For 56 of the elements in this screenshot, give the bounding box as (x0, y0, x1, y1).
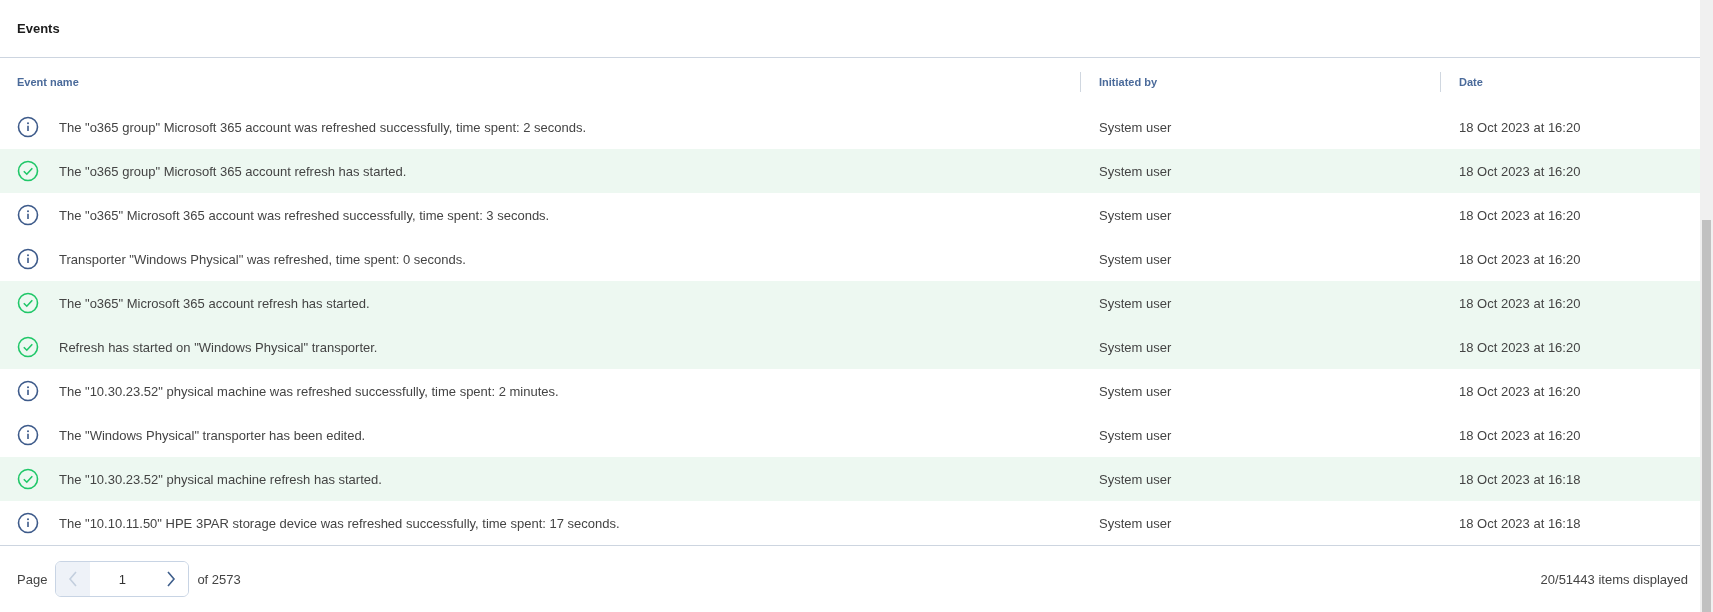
column-header[interactable]: Event name (17, 75, 79, 88)
check-circle-icon (17, 160, 39, 182)
info-icon (17, 248, 39, 270)
items-summary: 20/51443 items displayed (1540, 571, 1688, 587)
event-date: 18 Oct 2023 at 16:20 (1459, 252, 1581, 267)
event-date: 18 Oct 2023 at 16:20 (1459, 384, 1581, 399)
event-name: The "10.30.23.52" physical machine refresh has started. (59, 471, 382, 487)
event-name: The "o365" Microsoft 365 account refresh has started. (59, 295, 370, 311)
initiator: System user (1099, 120, 1172, 135)
event-date: 18 Oct 2023 at 16:20 (1459, 340, 1581, 355)
event-date: 18 Oct 2023 at 16:18 (1459, 472, 1581, 487)
event-name: Transporter "Windows Physical" was refreshed, time spent: 0 seconds. (59, 251, 466, 267)
panel-title: Events (17, 21, 60, 36)
page-selector[interactable]: 1 (55, 561, 190, 597)
event-name: Refresh has started on "Windows Physical" transporter. (59, 339, 378, 355)
check-circle-icon (17, 336, 39, 358)
info-icon (17, 424, 39, 446)
event-date: 18 Oct 2023 at 16:20 (1459, 164, 1581, 179)
event-name: The "10.10.11.50" HPE 3PAR storage device was refreshed successfully, time spent: 17 seconds. (59, 515, 620, 531)
event-name: The "10.30.23.52" physical machine was refreshed successfully, time spent: 2 minutes. (59, 383, 559, 399)
initiator: System user (1099, 296, 1172, 311)
initiator: System user (1099, 340, 1172, 355)
scrollbar[interactable] (1700, 0, 1713, 612)
column-header[interactable]: Date (1459, 75, 1483, 88)
event-date: 18 Oct 2023 at 16:18 (1459, 516, 1581, 531)
event-row[interactable]: The "o365" Microsoft 365 account refresh has started. System user 18 Oct 2023 at 16:20 (0, 281, 1700, 325)
event-date: 18 Oct 2023 at 16:20 (1459, 296, 1581, 311)
page-label: Page (17, 571, 48, 587)
initiator: System user (1099, 208, 1172, 223)
initiator: System user (1099, 472, 1172, 487)
initiator: System user (1099, 428, 1172, 443)
info-icon (17, 512, 39, 534)
event-name: The "o365" Microsoft 365 account was refreshed successfully, time spent: 3 seconds. (59, 207, 550, 223)
event-name: The "o365 group" Microsoft 365 account was refreshed successfully, time spent: 2 seconds. (59, 119, 587, 135)
column-header[interactable]: Initiated by (1099, 75, 1158, 88)
event-row[interactable]: The "10.30.23.52" physical machine refresh has started. System user 18 Oct 2023 at 16:18 (0, 457, 1700, 501)
event-date: 18 Oct 2023 at 16:20 (1459, 120, 1581, 135)
event-name: The "o365 group" Microsoft 365 account refresh has started. (59, 163, 407, 179)
event-name: The "Windows Physical" transporter has been edited. (59, 427, 366, 443)
chevron-left-icon (68, 571, 79, 587)
chevron-right-icon (166, 571, 177, 587)
info-icon (17, 204, 39, 226)
check-circle-icon (17, 292, 39, 314)
scrollbar-thumb[interactable] (1702, 220, 1711, 612)
event-row[interactable]: The "o365 group" Microsoft 365 account refresh has started. System user 18 Oct 2023 at 16:20 (0, 149, 1700, 193)
check-circle-icon (17, 468, 39, 490)
initiator: System user (1099, 384, 1172, 399)
info-icon (17, 380, 39, 402)
initiator: System user (1099, 516, 1172, 531)
initiator: System user (1099, 252, 1172, 267)
event-date: 18 Oct 2023 at 16:20 (1459, 428, 1581, 443)
page-count: of 2573 (197, 571, 241, 587)
initiator: System user (1099, 164, 1172, 179)
event-date: 18 Oct 2023 at 16:20 (1459, 208, 1581, 223)
info-icon (17, 116, 39, 138)
event-row[interactable]: Refresh has started on "Windows Physical" transporter. System user 18 Oct 2023 at 16:20 (0, 325, 1700, 369)
